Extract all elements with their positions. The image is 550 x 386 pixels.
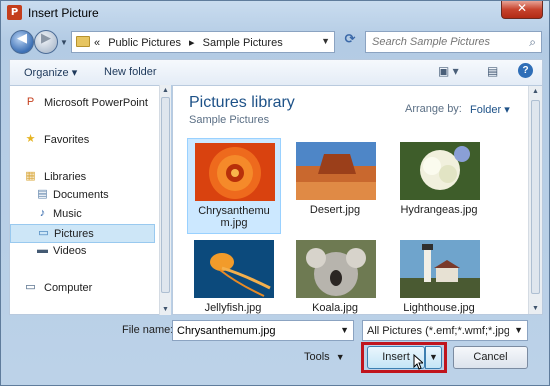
tools-dropdown-icon: ▼	[335, 352, 345, 362]
insert-picture-dialog: P Insert Picture ✕ ◀ ▶ ▼ « Public Pictur…	[0, 0, 550, 386]
sidebar-item-label: Music	[53, 208, 82, 220]
scrollbar-thumb[interactable]	[531, 100, 540, 294]
scroll-up-icon[interactable]: ▲	[162, 87, 169, 94]
preview-pane-icon[interactable]: ▤	[487, 64, 498, 78]
star-icon: ★	[25, 133, 36, 145]
libraries-icon: ▦	[25, 170, 36, 182]
desert-thumbnail	[296, 142, 376, 200]
breadcrumb-overflow[interactable]: «	[94, 37, 100, 49]
file-type-dropdown-icon[interactable]: ▼	[514, 325, 523, 335]
scroll-up-icon[interactable]: ▲	[532, 88, 539, 95]
file-type-value: All Pictures (*.emf;*.wmf;*.jpg;*	[367, 325, 509, 337]
file-name-combobox[interactable]: ▼	[172, 320, 354, 341]
command-bar: Organize ▾ New folder ▣ ▾ ▤ ?	[9, 59, 543, 85]
new-folder-button[interactable]: New folder	[104, 66, 157, 78]
search-icon[interactable]: ⌕	[529, 35, 536, 50]
sidebar-item-label: Libraries	[44, 171, 87, 183]
recent-locations-dropdown-icon[interactable]: ▼	[60, 38, 68, 47]
videos-icon: ▬	[37, 244, 48, 256]
file-list-pane: Pictures library Sample Pictures Arrange…	[172, 85, 543, 315]
sidebar-item-label: Documents	[53, 189, 109, 201]
sidebar-item-pictures[interactable]: ▭ Pictures	[10, 224, 155, 243]
folder-icon	[76, 36, 90, 47]
window-title: Insert Picture	[28, 6, 99, 20]
file-name-label: Hydrangeas.jpg	[400, 204, 478, 216]
refresh-icon[interactable]: ⟳	[339, 32, 361, 52]
file-name-label: File name:	[122, 324, 174, 336]
search-box[interactable]: ⌕	[365, 31, 542, 53]
file-item[interactable]: Hydrangeas.jpg	[393, 138, 487, 234]
lighthouse-thumbnail	[400, 240, 480, 298]
arrange-by-label: Arrange by:	[405, 103, 462, 115]
cancel-button[interactable]: Cancel	[453, 346, 528, 369]
sidebar-item-label: Pictures	[54, 228, 94, 240]
file-name-label: Desert.jpg	[309, 204, 361, 216]
file-name-label: Koala.jpg	[312, 302, 358, 314]
arrange-by-dropdown[interactable]: Folder ▾	[470, 103, 510, 116]
tools-menu[interactable]: Tools ▼	[304, 351, 345, 363]
breadcrumb-sample-pictures[interactable]: Sample Pictures	[203, 37, 283, 49]
search-input[interactable]	[372, 33, 522, 51]
sidebar-item-favorites[interactable]: ★ Favorites	[10, 131, 155, 150]
library-subtitle: Sample Pictures	[189, 114, 270, 126]
insert-options-dropdown-icon[interactable]: ▼	[425, 346, 442, 369]
jellyfish-thumbnail	[194, 240, 274, 298]
scroll-down-icon[interactable]: ▼	[532, 305, 539, 312]
file-list-scrollbar[interactable]: ▲ ▼	[528, 86, 542, 314]
sidebar-item-microsoft-powerpoint[interactable]: P Microsoft PowerPoint	[10, 94, 155, 113]
hydrangeas-thumbnail	[400, 142, 480, 200]
breadcrumb-separator-icon[interactable]: ▸	[189, 37, 195, 49]
sidebar-item-music[interactable]: ♪ Music	[10, 205, 155, 224]
navigation-scrollbar[interactable]: ▲ ▼	[159, 85, 171, 315]
navigation-pane: P Microsoft PowerPoint ★ Favorites ▦ Librarie…	[9, 85, 159, 315]
sidebar-item-label: Favorites	[44, 134, 90, 146]
file-item[interactable]: Desert.jpg	[289, 138, 383, 234]
powerpoint-app-icon: P	[7, 5, 22, 20]
sidebar-item-label: Computer	[44, 282, 93, 294]
file-name-label: Lighthouse.jpg	[403, 302, 475, 314]
tools-label: Tools	[304, 351, 330, 363]
sidebar-item-documents[interactable]: ▤ Documents	[10, 186, 155, 205]
sidebar-item-label: Videos	[53, 245, 87, 257]
close-button[interactable]: ✕	[501, 1, 543, 19]
pictures-icon: ▭	[38, 227, 49, 239]
powerpoint-icon: P	[26, 96, 35, 108]
computer-icon: ▭	[25, 281, 36, 293]
file-item[interactable]: Jellyfish.jpg	[187, 236, 281, 332]
documents-icon: ▤	[37, 188, 48, 200]
sidebar-item-label: Microsoft PowerPoint	[44, 97, 148, 109]
change-view-icon[interactable]: ▣ ▾	[438, 64, 459, 78]
file-item[interactable]: Chrysanthemum.jpg	[187, 138, 281, 234]
title-bar: P Insert Picture ✕	[1, 1, 549, 25]
file-name-label: Jellyfish.jpg	[204, 302, 262, 314]
file-type-select[interactable]: All Pictures (*.emf;*.wmf;*.jpg;* ▼	[362, 320, 528, 341]
address-dropdown-icon[interactable]: ▼	[321, 36, 330, 46]
breadcrumb: « Public Pictures ▸ Sample Pictures	[94, 36, 288, 49]
file-name-dropdown-icon[interactable]: ▼	[340, 325, 349, 335]
koala-thumbnail	[296, 240, 376, 298]
chrysanthemum-thumbnail	[195, 143, 275, 201]
organize-button[interactable]: Organize ▾	[24, 66, 77, 79]
scrollbar-thumb[interactable]	[161, 97, 170, 293]
sidebar-item-videos[interactable]: ▬ Videos	[10, 242, 155, 261]
file-item[interactable]: Lighthouse.jpg	[393, 236, 487, 332]
help-icon[interactable]: ?	[518, 63, 533, 78]
breadcrumb-public-pictures[interactable]: Public Pictures	[108, 37, 181, 49]
sidebar-item-libraries[interactable]: ▦ Libraries	[10, 168, 155, 187]
music-icon: ♪	[39, 207, 46, 219]
scroll-down-icon[interactable]: ▼	[162, 306, 169, 313]
file-name-input[interactable]	[177, 322, 337, 339]
file-item[interactable]: Koala.jpg	[289, 236, 383, 332]
mouse-cursor-icon	[413, 354, 423, 370]
sidebar-item-computer[interactable]: ▭ Computer	[10, 279, 155, 298]
back-button[interactable]: ◀	[10, 30, 34, 54]
address-bar[interactable]: « Public Pictures ▸ Sample Pictures ▼	[71, 31, 335, 53]
file-name-label: Chrysanthemum.jpg	[198, 205, 270, 229]
forward-button[interactable]: ▶	[34, 30, 58, 54]
library-title: Pictures library	[189, 94, 295, 111]
